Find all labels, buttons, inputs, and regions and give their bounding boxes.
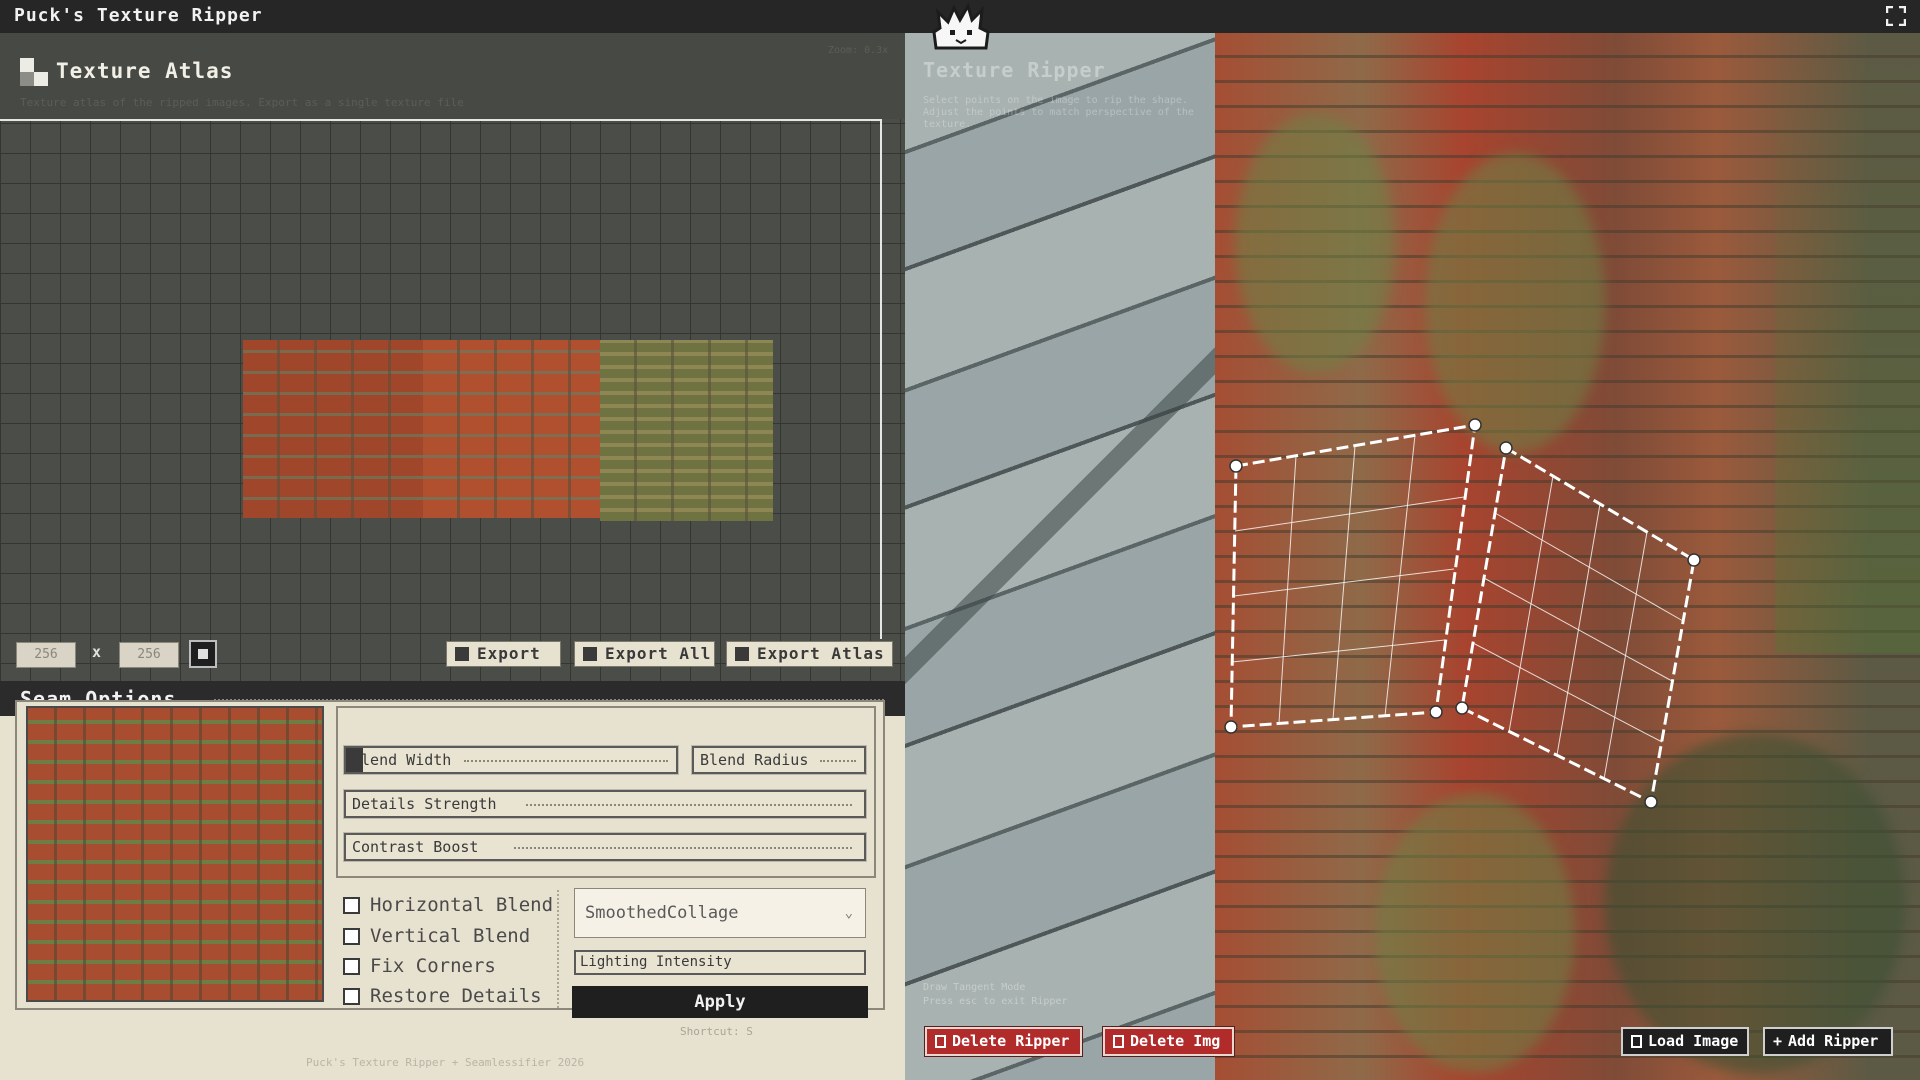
chevron-down-icon: ⌄: [844, 905, 853, 921]
contrast-boost-track: [514, 847, 852, 849]
fullscreen-icon[interactable]: [1886, 6, 1906, 26]
lighting-intensity-label: Lighting Intensity: [580, 954, 732, 970]
delete-img-label: Delete Img: [1130, 1032, 1221, 1050]
ripper-quad-2: [1455, 441, 1701, 809]
blend-radius-slider[interactable]: Blend Radius: [691, 745, 867, 775]
atlas-tile-brick-2[interactable]: [423, 340, 600, 518]
quad-grid-line: [1483, 577, 1673, 682]
atlas-header: Texture Atlas Texture atlas of the rippe…: [0, 33, 905, 119]
add-icon: +: [1773, 1032, 1783, 1050]
atlas-tile-brick-1[interactable]: [243, 340, 423, 518]
horizontal-blend-option[interactable]: Horizontal Blend: [343, 893, 553, 917]
quad-grid-line: [1234, 496, 1465, 532]
image-icon: [1631, 1035, 1642, 1048]
export-all-icon: [583, 647, 597, 661]
export-atlas-button[interactable]: Export Atlas: [726, 641, 893, 667]
apply-button[interactable]: Apply: [572, 986, 868, 1018]
blend-radius-label: Blend Radius: [700, 751, 809, 769]
vertical-blend-label: Vertical Blend: [370, 925, 531, 947]
trash-icon: [935, 1035, 946, 1048]
size-times-label: x: [92, 643, 102, 661]
blend-width-track: [464, 760, 668, 762]
quad-handle: [1429, 705, 1443, 719]
details-strength-label: Details Strength: [352, 795, 497, 813]
quad-grid-line: [1231, 639, 1446, 663]
load-image-label: Load Image: [1648, 1032, 1739, 1050]
atlas-title: Texture Atlas: [56, 59, 234, 83]
quad-handle: [1468, 418, 1482, 432]
blend-radius-track: [820, 760, 856, 762]
zoom-readout: Zoom: 0.3x: [828, 45, 889, 56]
atlas-tile-roof-moss[interactable]: [600, 340, 773, 521]
footer-credit: Puck's Texture Ripper + Seamlessifier 20…: [306, 1056, 585, 1069]
options-divider: [557, 890, 559, 1008]
ripper-canvas[interactable]: Texture Ripper Select points on the imag…: [905, 33, 1920, 1080]
cat-logo-icon: [932, 2, 990, 50]
atlas-frame-right: [880, 119, 882, 639]
atlas-icon: [20, 58, 48, 86]
atlas-width-input[interactable]: 256: [16, 642, 76, 668]
vertical-blend-option[interactable]: Vertical Blend: [343, 924, 530, 948]
blend-width-label: Blend Width: [352, 751, 452, 769]
blend-mode-select[interactable]: SmoothedCollage ⌄: [574, 888, 866, 938]
quad-grid-line: [1233, 568, 1455, 597]
quad-handle: [1644, 795, 1658, 809]
quad-grid-line: [1494, 512, 1684, 622]
atlas-canvas[interactable]: Texture Atlas Texture atlas of the rippe…: [0, 33, 905, 681]
horizontal-blend-label: Horizontal Blend: [370, 894, 554, 916]
app-title: Puck's Texture Ripper: [14, 5, 263, 26]
blend-width-slider[interactable]: Blend Width: [343, 745, 679, 775]
vertical-blend-checkbox[interactable]: [343, 927, 360, 945]
export-atlas-icon: [735, 647, 749, 661]
square-lock-button[interactable]: [189, 640, 217, 668]
fix-corners-option[interactable]: Fix Corners: [343, 954, 496, 978]
restore-details-label: Restore Details: [370, 985, 542, 1007]
delete-ripper-button[interactable]: Delete Ripper: [924, 1026, 1083, 1057]
add-ripper-label: Add Ripper: [1788, 1032, 1879, 1050]
quad-handle: [1499, 441, 1513, 455]
quad-handle: [1224, 720, 1238, 734]
export-all-label: Export All: [605, 644, 712, 663]
export-all-button[interactable]: Export All: [574, 641, 715, 667]
restore-details-option[interactable]: Restore Details: [343, 984, 542, 1008]
export-label: Export: [477, 644, 541, 663]
quad-outline: [1460, 445, 1696, 805]
details-strength-track: [526, 804, 852, 806]
quad-handle: [1687, 553, 1701, 567]
blend-mode-value: SmoothedCollage: [585, 903, 739, 923]
contrast-boost-slider[interactable]: Contrast Boost: [343, 832, 867, 862]
delete-img-button[interactable]: Delete Img: [1102, 1026, 1235, 1057]
restore-details-checkbox[interactable]: [343, 987, 360, 1005]
trash-icon: [1113, 1035, 1124, 1048]
fix-corners-label: Fix Corners: [370, 955, 496, 977]
lighting-intensity-slider[interactable]: Lighting Intensity: [574, 950, 866, 975]
load-image-button[interactable]: Load Image: [1621, 1027, 1749, 1056]
atlas-description: Texture atlas of the ripped images. Expo…: [20, 96, 464, 109]
add-ripper-button[interactable]: + Add Ripper: [1763, 1027, 1893, 1056]
horizontal-blend-checkbox[interactable]: [343, 896, 360, 914]
quad-handle: [1455, 701, 1469, 715]
quad-handle: [1229, 459, 1243, 473]
export-atlas-label: Export Atlas: [757, 644, 885, 663]
ripper-quad-1: [1224, 418, 1482, 734]
export-icon: [455, 647, 469, 661]
atlas-frame-top: [0, 119, 882, 121]
details-strength-slider[interactable]: Details Strength: [343, 789, 867, 819]
seamless-preview-image: [26, 706, 324, 1002]
fix-corners-checkbox[interactable]: [343, 957, 360, 975]
apply-shortcut-hint: Shortcut: S: [680, 1025, 753, 1038]
atlas-height-input[interactable]: 256: [119, 642, 179, 668]
export-button[interactable]: Export: [446, 641, 561, 667]
contrast-boost-label: Contrast Boost: [352, 838, 479, 856]
delete-ripper-label: Delete Ripper: [952, 1032, 1070, 1050]
ripper-selection-overlay[interactable]: [905, 33, 1920, 1080]
